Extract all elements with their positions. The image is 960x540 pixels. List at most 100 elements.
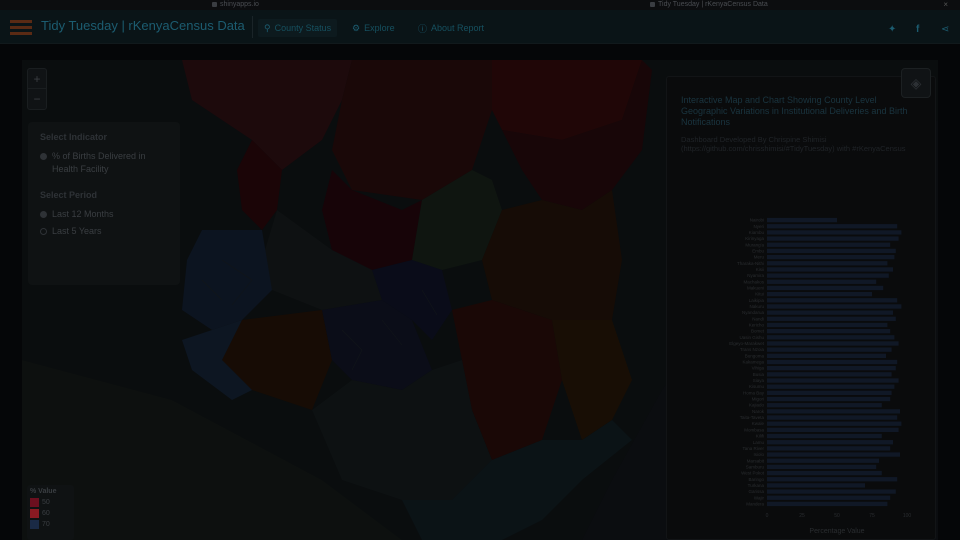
chart-bar[interactable] (767, 390, 892, 396)
chart-bar[interactable] (767, 347, 892, 352)
chart-bar[interactable] (767, 495, 891, 500)
period-option[interactable]: Last 12 Months (40, 208, 168, 221)
chart-bar[interactable] (767, 446, 891, 451)
chart-bar[interactable] (767, 341, 899, 346)
chart-bar[interactable] (767, 316, 896, 321)
close-icon[interactable]: × (943, 0, 948, 9)
zoom-in-button[interactable]: + (28, 69, 46, 89)
browser-tab[interactable]: shinyapps.io (212, 1, 259, 8)
facebook-icon[interactable]: f (916, 24, 919, 35)
chart-bar[interactable] (767, 440, 893, 445)
app-navbar: Tidy Tuesday | rKenyaCensus Data ⚲ Count… (0, 10, 960, 44)
chart-bar[interactable] (767, 415, 898, 420)
chart-bar[interactable] (767, 501, 888, 507)
chart-bar[interactable] (767, 489, 896, 494)
chart-bar[interactable] (767, 372, 892, 377)
chart-category-label: Kajiado (749, 403, 765, 408)
chart-bar[interactable] (767, 427, 899, 433)
chart-bar[interactable] (767, 298, 898, 303)
chart-bar[interactable] (767, 224, 898, 229)
chart-category-label: Mandera (746, 501, 764, 506)
legend-item: 70 (30, 519, 71, 530)
chart-bar[interactable] (767, 291, 872, 297)
chart-bar[interactable] (767, 366, 896, 371)
chart-bar[interactable] (767, 409, 900, 414)
chart-bar[interactable] (767, 217, 837, 223)
chart-bar[interactable] (767, 273, 889, 278)
chart-category-label: Migori (752, 397, 764, 402)
chart-x-axis-label: Percentage Value (809, 528, 864, 535)
chart-bar[interactable] (767, 248, 896, 254)
share-icon[interactable]: ⋖ (941, 24, 949, 35)
chart-bar[interactable] (767, 304, 902, 309)
radio-selected-icon[interactable] (40, 211, 47, 218)
chart-category-label: Siaya (753, 378, 765, 383)
chart-category-label: Murang'a (745, 242, 764, 247)
chart-category-label: Homa Bay (743, 390, 765, 395)
browser-tab-bar: shinyapps.io Tidy Tuesday | rKenyaCensus… (0, 0, 960, 10)
indicator-heading: Select Indicator (40, 132, 108, 142)
nav-tab-label: About Report (431, 23, 485, 33)
nav-tab-explore[interactable]: ⚙ Explore (352, 19, 395, 37)
chart-bar[interactable] (767, 452, 900, 457)
map-container[interactable]: + − Select Indicator % of Births Deliver… (22, 60, 938, 540)
chart-bar[interactable] (767, 267, 893, 272)
chart-category-label: Tana River (742, 446, 764, 451)
period-heading: Select Period (40, 190, 98, 200)
logo-icon (10, 18, 32, 36)
nav-tab-label: County Status (274, 23, 332, 33)
legend-item: 60 (30, 508, 71, 519)
chart-bar[interactable] (767, 254, 895, 260)
chart-bar[interactable] (767, 378, 899, 383)
chart-bar[interactable] (767, 236, 899, 241)
chart-bar[interactable] (767, 464, 877, 470)
chart-bar[interactable] (767, 353, 886, 358)
chart-category-label: Makueni (747, 286, 764, 291)
chart-category-label: Lamu (753, 440, 765, 445)
chart-category-label: Kisumu (749, 384, 765, 389)
chart-category-label: Vihiga (752, 366, 765, 371)
chart-category-label: Narok (752, 409, 765, 414)
layers-button[interactable]: ◈ (901, 68, 931, 98)
info-icon: ⓘ (418, 23, 428, 34)
chart-bar[interactable] (767, 261, 888, 266)
chart-bar[interactable] (767, 328, 891, 334)
chart-bar[interactable] (767, 421, 902, 426)
chart-bar[interactable] (767, 285, 884, 291)
chart-bar[interactable] (767, 242, 891, 247)
nav-tab-about-report[interactable]: ⓘ About Report (418, 19, 484, 37)
legend-label: 70 (42, 521, 50, 528)
chart-bar[interactable] (767, 433, 882, 439)
chart-bar[interactable] (767, 279, 877, 284)
period-option[interactable]: Last 5 Years (40, 225, 168, 238)
chart-bar[interactable] (767, 322, 888, 328)
chart-bar[interactable] (767, 470, 882, 476)
chart-bar[interactable] (767, 458, 879, 463)
gear-icon: ⚙ (352, 22, 361, 33)
indicator-option[interactable]: % of Births Delivered in Health Facility (40, 150, 168, 176)
chart-bar[interactable] (767, 403, 882, 408)
chart-panel: Nairobi Nyeri Kiambu Kirinyaga Murang'a Embu M… (666, 76, 936, 540)
browser-tab-active[interactable]: Tidy Tuesday | rKenyaCensus Data (650, 1, 768, 8)
chart-category-label: Kitui (755, 292, 764, 297)
chart-bar[interactable] (767, 335, 895, 340)
twitter-icon[interactable]: ✦ (888, 24, 896, 35)
chart-bar[interactable] (767, 477, 898, 482)
chart-bar[interactable] (767, 384, 895, 389)
radio-unselected-icon[interactable] (40, 228, 47, 235)
nav-tab-county-status[interactable]: ⚲ County Status (258, 19, 338, 37)
zoom-out-button[interactable]: − (28, 89, 46, 109)
chart-bar[interactable] (767, 310, 893, 315)
chart-bar[interactable] (767, 230, 902, 235)
chart-category-label: Bungoma (745, 353, 765, 358)
chart-tick-label: 75 (869, 513, 875, 519)
period-option-label: Last 12 Months (52, 209, 114, 219)
chart-category-label: Nandi (752, 316, 764, 321)
browser-tab-label: Tidy Tuesday | rKenyaCensus Data (658, 1, 768, 8)
nav-divider (252, 16, 253, 38)
chart-bar[interactable] (767, 359, 898, 365)
chart-bar[interactable] (767, 396, 891, 402)
chart-bar[interactable] (767, 483, 865, 488)
radio-selected-icon[interactable] (40, 153, 47, 160)
favicon-icon (212, 2, 217, 7)
